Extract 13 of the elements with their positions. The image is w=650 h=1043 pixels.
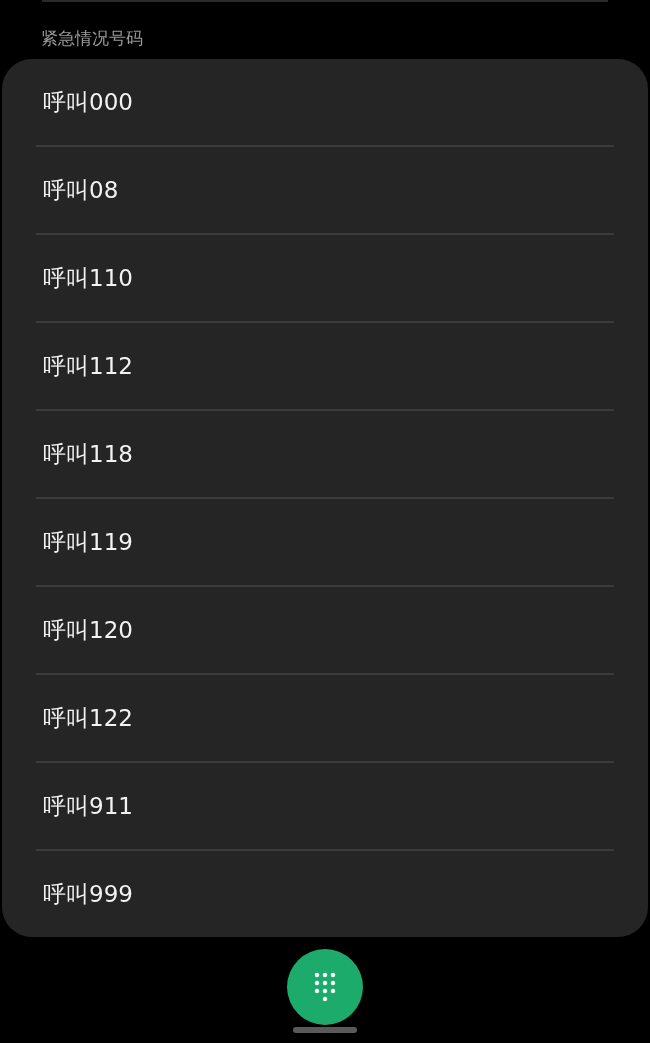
call-item[interactable]: 呼叫119	[2, 499, 648, 585]
call-item[interactable]: 呼叫000	[2, 59, 648, 145]
home-indicator	[293, 1027, 357, 1033]
call-item[interactable]: 呼叫118	[2, 411, 648, 497]
call-item[interactable]: 呼叫110	[2, 235, 648, 321]
call-item[interactable]: 呼叫911	[2, 763, 648, 849]
call-item[interactable]: 呼叫08	[2, 147, 648, 233]
call-item[interactable]: 呼叫122	[2, 675, 648, 761]
section-label: 紧急情况号码	[40, 27, 144, 50]
call-item[interactable]: 呼叫112	[2, 323, 648, 409]
dialpad-icon	[313, 971, 337, 1003]
call-item[interactable]: 呼叫120	[2, 587, 648, 673]
call-item[interactable]: 呼叫999	[2, 851, 648, 937]
